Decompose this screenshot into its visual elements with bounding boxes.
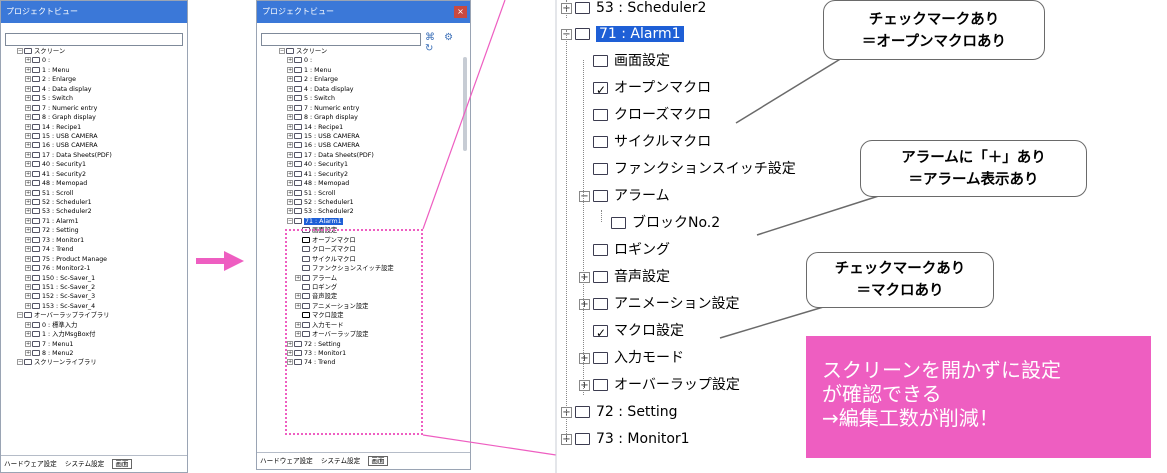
- folder-icon: [593, 163, 608, 175]
- folder-icon: [593, 244, 608, 256]
- tree-label: サイクルマクロ: [614, 134, 712, 150]
- tree-row[interactable]: −71 : Alarm1: [561, 21, 684, 47]
- tree-label: 音声設定: [614, 269, 670, 285]
- tree-row[interactable]: + 入力モード: [579, 345, 684, 371]
- tree-row[interactable]: − アラーム: [579, 183, 670, 209]
- tree-row[interactable]: クローズマクロ: [579, 102, 711, 128]
- callout-line: チェックマークあり: [868, 12, 1000, 28]
- tree-label: アニメーション設定: [614, 296, 740, 312]
- tree-label: 71 : Alarm1: [596, 26, 684, 42]
- tree-guide-line: [583, 60, 584, 395]
- callout-line: ＝マクロあり: [856, 283, 944, 299]
- folder-icon: [575, 2, 590, 14]
- collapse-icon[interactable]: −: [579, 190, 590, 202]
- tree-label: マクロ設定: [614, 323, 684, 339]
- folder-icon: [593, 379, 608, 391]
- folder-icon: [611, 217, 626, 229]
- tree-row[interactable]: + オーバーラップ設定: [579, 372, 740, 398]
- tree-row[interactable]: ファンクションスイッチ設定: [579, 156, 796, 182]
- expand-icon[interactable]: +: [579, 298, 590, 310]
- tree-label: 53 : Scheduler2: [596, 0, 707, 16]
- tree-row[interactable]: + アニメーション設定: [579, 291, 739, 317]
- tree-row[interactable]: オープンマクロ: [579, 75, 712, 103]
- callout-line: アラームに「＋」あり: [901, 150, 1046, 166]
- tree-row[interactable]: + 音声設定: [579, 264, 670, 290]
- folder-icon: [593, 190, 608, 202]
- folder-icon: [593, 55, 608, 67]
- tree-label: 入力モード: [614, 350, 684, 366]
- folder-check-icon: [593, 77, 608, 103]
- summary-line: スクリーンを開かずに設定: [822, 358, 1061, 382]
- tree-row[interactable]: +53 : Scheduler2: [561, 0, 706, 21]
- expand-icon[interactable]: +: [579, 352, 590, 364]
- tree-row[interactable]: ロギング: [579, 237, 670, 263]
- tree-row[interactable]: サイクルマクロ: [579, 129, 711, 155]
- tree-guide-line: [601, 210, 602, 222]
- tree-label: ブロックNo.2: [632, 215, 721, 231]
- tree-guide-line: [566, 30, 567, 440]
- tree-label: アラーム: [614, 188, 670, 204]
- folder-icon: [575, 406, 590, 418]
- tree-label: クローズマクロ: [614, 107, 712, 123]
- tree-label: 画面設定: [614, 53, 670, 69]
- tree-row[interactable]: マクロ設定: [579, 318, 684, 346]
- tree-row[interactable]: +73 : Monitor1: [561, 426, 690, 452]
- callout-open-macro: チェックマークあり ＝オープンマクロあり: [823, 0, 1045, 60]
- tree-label: ファンクションスイッチ設定: [614, 161, 796, 177]
- expand-icon[interactable]: +: [579, 271, 590, 283]
- expand-icon[interactable]: +: [579, 379, 590, 391]
- tree-guide-line: [566, 0, 567, 18]
- folder-icon: [593, 109, 608, 121]
- folder-icon: [575, 28, 590, 40]
- callout-line: ＝オープンマクロあり: [861, 34, 1007, 50]
- tree-label: オーバーラップ設定: [614, 377, 740, 393]
- tree-row[interactable]: 画面設定: [579, 48, 670, 74]
- callout-alarm-display: アラームに「＋」あり ＝アラーム表示あり: [860, 140, 1087, 197]
- summary-line: が確認できる: [822, 382, 942, 406]
- tree-label: ロギング: [614, 242, 670, 258]
- folder-check-icon: [593, 320, 608, 346]
- callout-line: ＝アラーム表示あり: [908, 172, 1039, 188]
- tree-label: 73 : Monitor1: [596, 431, 690, 447]
- summary-line: →編集工数が削減！: [822, 406, 999, 430]
- folder-icon: [593, 298, 608, 310]
- tree-label: オープンマクロ: [614, 80, 712, 96]
- folder-icon: [593, 136, 608, 148]
- callout-line: チェックマークあり: [834, 261, 966, 277]
- folder-icon: [593, 271, 608, 283]
- tree-row[interactable]: +72 : Setting: [561, 399, 678, 425]
- callout-macro: チェックマークあり ＝マクロあり: [806, 252, 994, 308]
- tree-label: 72 : Setting: [596, 404, 678, 420]
- folder-icon: [575, 433, 590, 445]
- tree-row[interactable]: ブロックNo.2: [597, 210, 720, 236]
- folder-icon: [593, 352, 608, 364]
- summary-box: スクリーンを開かずに設定 が確認できる →編集工数が削減！: [806, 336, 1151, 458]
